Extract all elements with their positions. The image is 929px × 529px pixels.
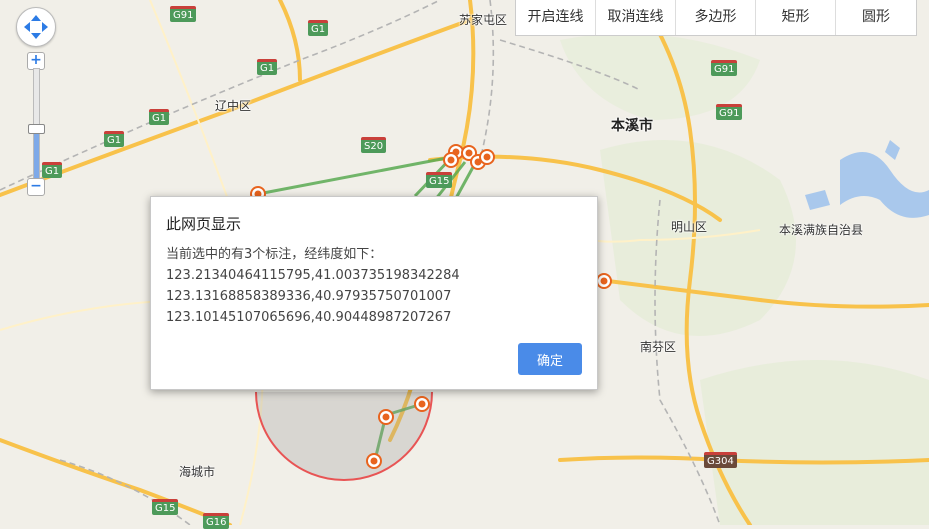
polygon-button[interactable]: 多边形: [676, 0, 756, 35]
rectangle-button[interactable]: 矩形: [756, 0, 836, 35]
map-marker[interactable]: [370, 457, 378, 465]
map-label-liaozhong: 辽中区: [215, 99, 252, 113]
road-shield-g1: G1: [104, 131, 125, 147]
road-shield-g1: G1: [42, 162, 63, 178]
dialog-coord-line: 123.21340464115795,41.003735198342284: [166, 268, 460, 283]
road-shield-g15: G15: [426, 172, 453, 188]
map-marker[interactable]: [418, 400, 426, 408]
drawing-toolbar: 开启连线 取消连线 多边形 矩形 圆形: [515, 0, 917, 36]
map-marker[interactable]: [600, 277, 608, 285]
dialog-coord-line: 123.13168858389336,40.97935750701007: [166, 289, 452, 304]
map-label-benxi: 本溪市: [611, 118, 653, 134]
dialog-coord-line: 123.10145107065696,40.90448987207267: [166, 310, 452, 325]
road-shield-g91: G91: [711, 60, 738, 76]
map-label-mingshan: 明山区: [671, 220, 708, 234]
map-marker[interactable]: [447, 156, 455, 164]
pan-down-icon[interactable]: [31, 33, 41, 44]
map-label-sujiatun: 苏家屯区: [459, 13, 508, 27]
map-label-nanfen: 南芬区: [640, 340, 677, 354]
circle-button[interactable]: 圆形: [836, 0, 916, 35]
dialog-message: 当前选中的有3个标注，经纬度如下： 123.21340464115795,41.…: [166, 244, 460, 328]
pan-right-icon[interactable]: [42, 22, 53, 32]
start-connect-button[interactable]: 开启连线: [516, 0, 596, 35]
pan-up-icon[interactable]: [31, 10, 41, 21]
cancel-connect-button[interactable]: 取消连线: [596, 0, 676, 35]
road-shield-g15: G15: [152, 499, 179, 515]
dialog-title: 此网页显示: [166, 215, 242, 233]
alert-dialog: 此网页显示 当前选中的有3个标注，经纬度如下： 123.213404641157…: [150, 196, 598, 390]
map-marker[interactable]: [382, 413, 390, 421]
map-pan-control[interactable]: [16, 7, 56, 47]
road-shield-s20: S20: [361, 137, 387, 153]
road-shield-g1: G1: [149, 109, 170, 125]
zoom-slider-handle[interactable]: [28, 124, 45, 134]
ok-button[interactable]: 确定: [518, 343, 582, 375]
pan-left-icon[interactable]: [19, 22, 30, 32]
road-shield-g91: G91: [170, 6, 197, 22]
zoom-out-button[interactable]: −: [27, 178, 45, 196]
map-marker[interactable]: [483, 153, 491, 161]
map-marker[interactable]: [465, 149, 473, 157]
road-shield-g1: G1: [308, 20, 329, 36]
road-shield-g91: G91: [716, 104, 743, 120]
dialog-message-text: 当前选中的有3个标注，经纬度如下：: [166, 247, 383, 262]
road-shield-g304: G304: [704, 452, 737, 468]
road-shield-g1: G1: [257, 59, 278, 75]
road-shield-g16: G16: [203, 513, 230, 529]
map-label-haicheng: 海城市: [179, 465, 216, 479]
map-label-benxi-manchu: 本溪满族自治县: [779, 223, 864, 237]
